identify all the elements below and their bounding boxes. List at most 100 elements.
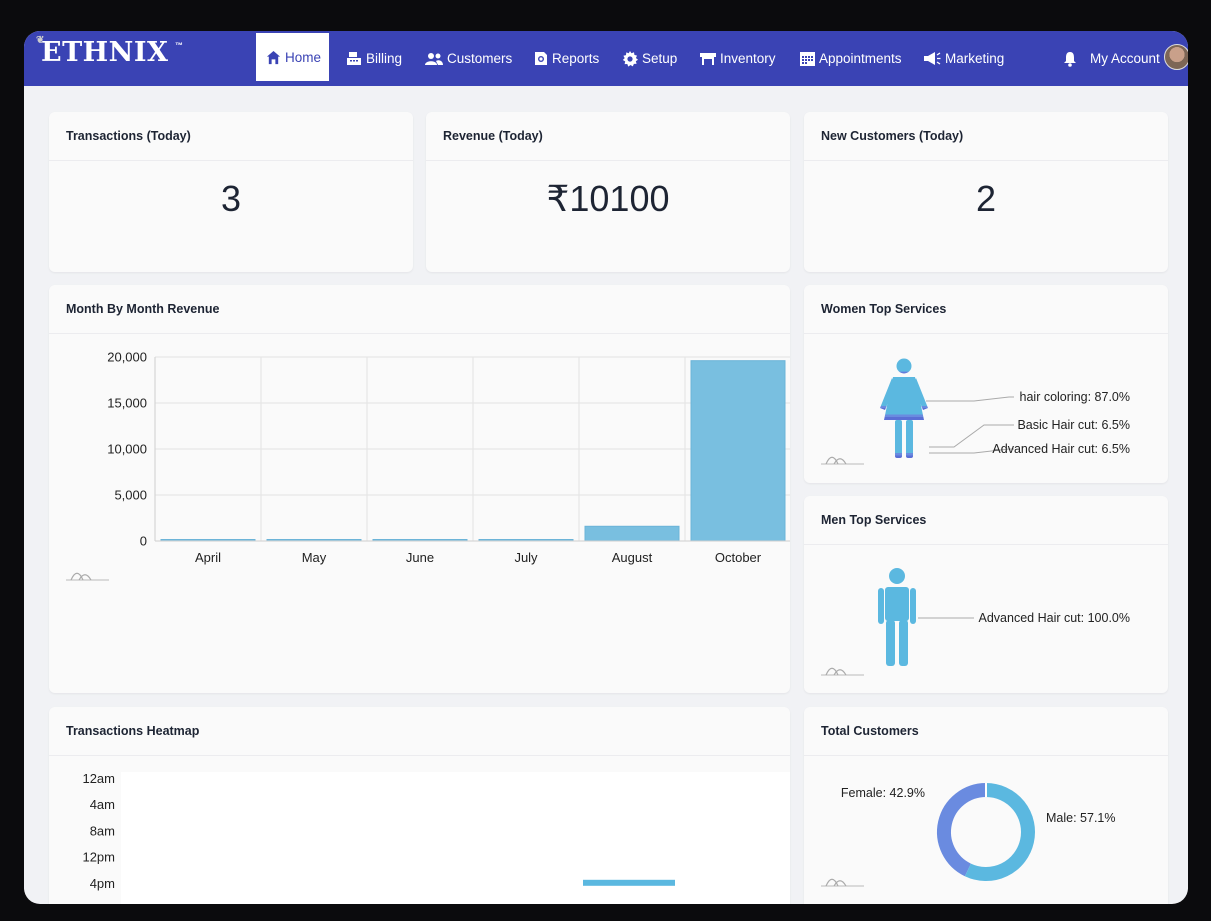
card-divider (49, 755, 790, 756)
x-tick-label: April (195, 550, 221, 565)
woman-figure (880, 358, 928, 458)
my-account-menu[interactable]: My Account (1090, 31, 1160, 86)
monthly-revenue-chart: 0 5,000 10,000 15,000 20,000 April May June July… (107, 350, 790, 565)
trademark-mark: ™ (175, 41, 184, 50)
monthly-revenue-card: Month By Month Revenue 0 5,000 10,000 15,00… (49, 285, 790, 693)
chart-logo-icon (821, 667, 864, 676)
logo-leaf-icon: ❦ (36, 35, 45, 46)
heatmap-y-label: 12pm (82, 850, 115, 865)
figure-arm (878, 588, 884, 624)
new-customers-today-card: New Customers (Today) 2 (804, 112, 1168, 272)
men-top-services-title: Men Top Services (821, 513, 927, 527)
service-label: Advanced Hair cut: 100.0% (979, 611, 1130, 625)
heatmap-grid (121, 772, 790, 904)
chart-logo-icon (66, 572, 109, 581)
men-top-services-card: Men Top Services Advanced Hair cut: 100.… (804, 496, 1168, 693)
nav-setup[interactable]: Setup (622, 31, 677, 86)
y-tick-label: 10,000 (107, 442, 147, 457)
x-tick-label: May (302, 550, 327, 565)
customer-segment-label: Male: 57.1% (1046, 811, 1115, 825)
card-divider (49, 333, 790, 334)
nav-marketing-label: Marketing (945, 51, 1005, 66)
brand-logo[interactable]: ❦ ETHNIX ™ (36, 35, 183, 68)
home-icon (266, 50, 281, 64)
man-figure (878, 568, 916, 666)
device-frame: ❦ ETHNIX ™ Home Billing Customers Report… (0, 0, 1211, 921)
nav-customers[interactable]: Customers (425, 31, 512, 86)
card-divider (804, 544, 1168, 545)
service-label: hair coloring: 87.0% (1020, 390, 1130, 404)
y-tick-label: 0 (140, 534, 147, 549)
transactions-heatmap-title: Transactions Heatmap (66, 724, 200, 738)
report-search-icon (535, 52, 547, 65)
total-customers-title: Total Customers (821, 724, 919, 738)
gear-icon (622, 50, 638, 67)
bar (584, 525, 680, 542)
notifications-button[interactable] (1063, 31, 1077, 86)
figure-leg (899, 620, 908, 666)
card-divider (426, 160, 790, 161)
donut-segment-female (937, 783, 987, 877)
avatar[interactable] (1164, 44, 1188, 70)
nav-billing[interactable]: Billing (346, 31, 402, 86)
nav-inventory[interactable]: Inventory (700, 31, 776, 86)
store-icon (700, 53, 716, 65)
transactions-today-card: Transactions (Today) 3 (49, 112, 413, 272)
figure-leg (886, 620, 895, 666)
heatmap-y-label: 8am (90, 823, 115, 838)
nav-home-label: Home (285, 49, 322, 65)
nav-appointments[interactable]: Appointments (800, 31, 902, 86)
y-tick-label: 15,000 (107, 396, 147, 411)
card-divider (49, 160, 413, 161)
x-tick-label: October (715, 550, 762, 565)
nav-home[interactable]: Home (256, 33, 330, 81)
transactions-today-title: Transactions (Today) (66, 129, 191, 143)
calendar-icon (800, 52, 815, 66)
card-divider (804, 333, 1168, 334)
y-tick-label: 20,000 (107, 350, 147, 365)
nav-appointments-label: Appointments (819, 51, 902, 66)
women-top-services-title: Women Top Services (821, 302, 947, 316)
card-divider (804, 755, 1168, 756)
heatmap-y-label: 4pm (90, 876, 115, 891)
service-label: Advanced Hair cut: 6.5% (992, 442, 1130, 456)
total-customers-card: Total Customers Female: 42.9% Male: 57.1% (804, 707, 1168, 904)
card-divider (804, 160, 1168, 161)
x-tick-label: June (406, 550, 434, 565)
cash-register-icon (347, 52, 361, 65)
figure-leg (906, 420, 913, 458)
x-tick-label: August (612, 550, 653, 565)
chart-logo-icon (821, 878, 864, 887)
heatmap-cell (583, 879, 675, 886)
figure-torso (885, 587, 909, 621)
customer-segment-label: Female: 42.9% (841, 786, 925, 800)
top-navbar: ❦ ETHNIX ™ Home Billing Customers Report… (24, 31, 1188, 86)
donut-segment-male (964, 783, 1035, 881)
nav-marketing[interactable]: Marketing (924, 31, 1004, 86)
new-customers-today-title: New Customers (Today) (821, 129, 964, 143)
women-top-services-card: Women Top Services hair coloring: 87.0% B… (804, 285, 1168, 483)
nav-reports-label: Reports (552, 51, 600, 66)
monthly-revenue-title: Month By Month Revenue (66, 302, 220, 316)
transactions-heatmap-chart: 12am 4am 8am 12pm 4pm (82, 771, 790, 904)
new-customers-today-value: 2 (975, 178, 997, 219)
figure-leg (895, 420, 902, 458)
y-tick-label: 5,000 (114, 488, 147, 503)
my-account-label: My Account (1090, 51, 1160, 66)
revenue-today-value: ₹10100 (546, 178, 670, 219)
nav-billing-label: Billing (366, 51, 403, 66)
nav-setup-label: Setup (642, 51, 678, 66)
app-screen: ❦ ETHNIX ™ Home Billing Customers Report… (24, 31, 1188, 904)
brand-name: ETHNIX (41, 37, 169, 68)
transactions-today-value: 3 (220, 178, 242, 219)
transactions-heatmap-card: Transactions Heatmap 12am 4am 8am 12pm 4pm (49, 707, 790, 904)
revenue-today-title: Revenue (Today) (443, 129, 543, 143)
service-label: Basic Hair cut: 6.5% (1017, 418, 1130, 432)
label-leader-line (926, 396, 1014, 402)
bell-icon (1064, 51, 1076, 67)
bar (690, 360, 786, 542)
nav-reports[interactable]: Reports (534, 31, 599, 86)
nav-customers-label: Customers (447, 51, 513, 66)
figure-head (889, 568, 905, 584)
chart-logo-icon (821, 456, 864, 465)
